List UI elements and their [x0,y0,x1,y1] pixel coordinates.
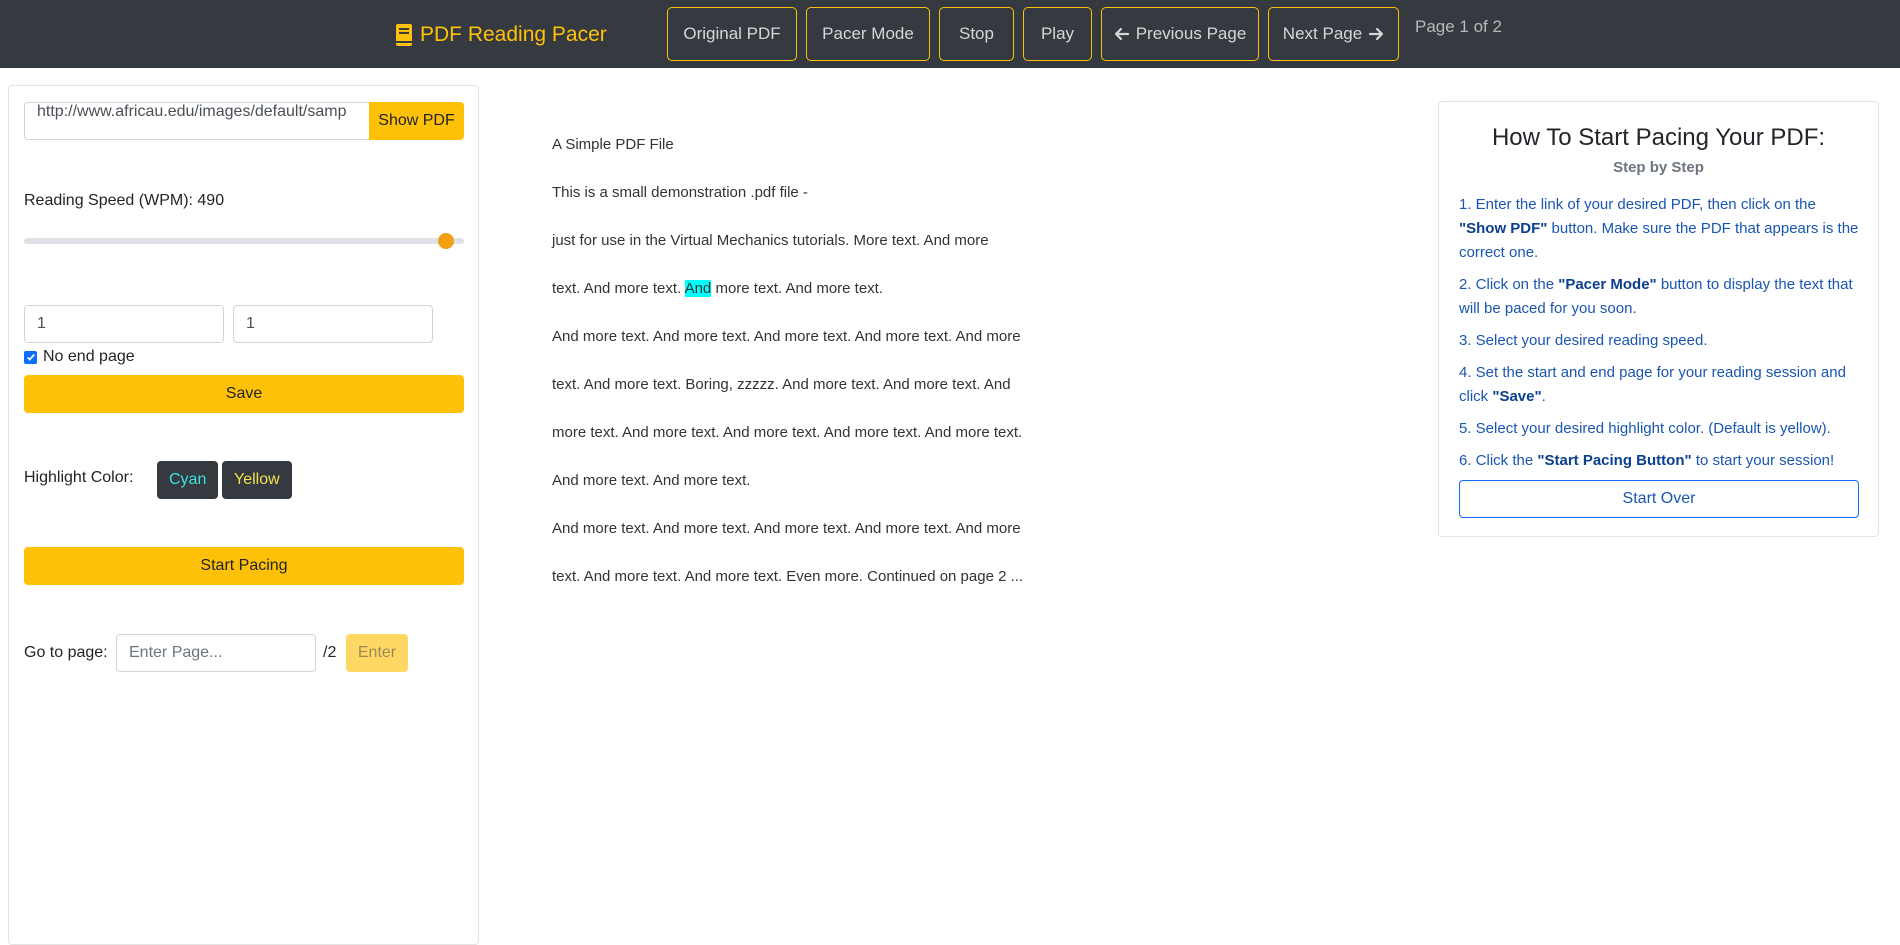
brand[interactable]: PDF Reading Pacer [396,18,607,52]
arrow-left-icon [1114,27,1129,41]
slider-thumb[interactable] [438,233,455,249]
instructions-panel: How To Start Pacing Your PDF: Step by St… [1438,101,1879,537]
instruction-step: 6. Click the "Start Pacing Button" to st… [1459,449,1864,473]
slider-track [24,238,464,244]
url-input-group: http://www.africau.edu/images/default/sa… [24,102,464,140]
instructions-subtitle: Step by Step [1613,159,1704,176]
next-page-button[interactable]: Next Page [1268,7,1399,61]
step-text: . [1541,388,1546,405]
instruction-step: 2. Click on the "Pacer Mode" button to d… [1459,273,1864,321]
yellow-color-button[interactable]: Yellow [222,461,292,499]
step-text: 5. Select your desired highlight color. … [1459,420,1831,437]
save-button[interactable]: Save [24,375,464,413]
text-after-highlight: more text. And more text. [711,280,884,297]
text-line: A Simple PDF File [552,136,674,153]
step-text: 1. Enter the link of your desired PDF, t… [1459,196,1816,213]
stop-button[interactable]: Stop [939,7,1014,61]
pdf-url-input[interactable]: http://www.africau.edu/images/default/sa… [24,102,369,140]
step-text: 6. Click the [1459,452,1538,469]
step-bold: "Pacer Mode" [1558,276,1657,293]
instruction-step: 1. Enter the link of your desired PDF, t… [1459,193,1864,265]
instruction-step: 4. Set the start and end page for your r… [1459,361,1864,409]
pacer-mode-button[interactable]: Pacer Mode [806,7,930,61]
step-text: 2. Click on the [1459,276,1559,293]
text-line: text. And more text. And more text. Even… [552,568,1024,585]
original-pdf-label: Original PDF [683,24,781,43]
text-line: This is a small demonstration .pdf file … [552,184,808,201]
text-before-highlight: text. And more text. [552,280,685,297]
start-page-input[interactable]: 1 [24,305,224,343]
text-line: more text. And more text. And more text.… [552,424,1023,441]
no-end-page-option[interactable]: No end page [24,348,135,366]
text-line: And more text. And more text. [552,472,751,489]
step-bold: "Save" [1492,388,1542,405]
instruction-step: 5. Select your desired highlight color. … [1459,417,1864,441]
previous-page-button[interactable]: Previous Page [1101,7,1259,61]
highlighted-word: And [684,280,712,297]
no-end-page-checkbox[interactable] [24,350,37,364]
brand-title: PDF Reading Pacer [420,23,607,46]
instructions-title: How To Start Pacing Your PDF: [1491,124,1826,151]
text-line: And more text. And more text. And more t… [552,328,1021,345]
step-bold: "Show PDF" [1459,220,1548,237]
instruction-step: 3. Select your desired reading speed. [1459,329,1864,353]
reading-speed-slider[interactable] [24,233,464,249]
go-to-page-input[interactable]: Enter Page... [116,634,316,672]
play-button[interactable]: Play [1023,7,1092,61]
book-icon [396,24,412,46]
text-line: just for use in the Virtual Mechanics tu… [552,232,989,249]
page-indicator: Page 1 of 2 [1415,17,1502,36]
text-line: And more text. And more text. And more t… [552,520,1021,537]
control-sidebar: http://www.africau.edu/images/default/sa… [8,85,479,945]
end-page-input[interactable]: 1 [233,305,433,343]
highlight-color-label: Highlight Color: [24,469,134,486]
start-pacing-button[interactable]: Start Pacing [24,547,464,585]
step-text: to start your session! [1691,452,1835,469]
step-bold: "Start Pacing Button" [1537,452,1692,469]
text-line: text. And more text. Boring, zzzzz. And … [552,376,1011,393]
cyan-color-button[interactable]: Cyan [157,461,219,499]
arrow-right-icon [1369,27,1384,41]
check-icon [26,353,35,361]
enter-page-button[interactable]: Enter [346,634,408,672]
original-pdf-button[interactable]: Original PDF [667,7,797,61]
show-pdf-button[interactable]: Show PDF [369,102,464,140]
no-end-page-label: No end page [43,348,135,365]
total-pages-label: /2 [323,644,337,661]
reading-speed-label: Reading Speed (WPM): 490 [24,192,225,209]
go-to-page-label: Go to page: [24,644,108,661]
step-text: 3. Select your desired reading speed. [1459,332,1708,349]
previous-page-label: Previous Page [1135,24,1247,43]
text-line-highlighted: text. And more text. And more text. And … [552,280,883,297]
navbar: PDF Reading Pacer Original PDF Pacer Mod… [0,0,1900,68]
start-over-button[interactable]: Start Over [1459,480,1859,518]
stop-label: Stop [959,24,994,43]
play-label: Play [1040,24,1075,43]
pacer-mode-label: Pacer Mode [822,24,914,43]
next-page-label: Next Page [1282,24,1363,43]
